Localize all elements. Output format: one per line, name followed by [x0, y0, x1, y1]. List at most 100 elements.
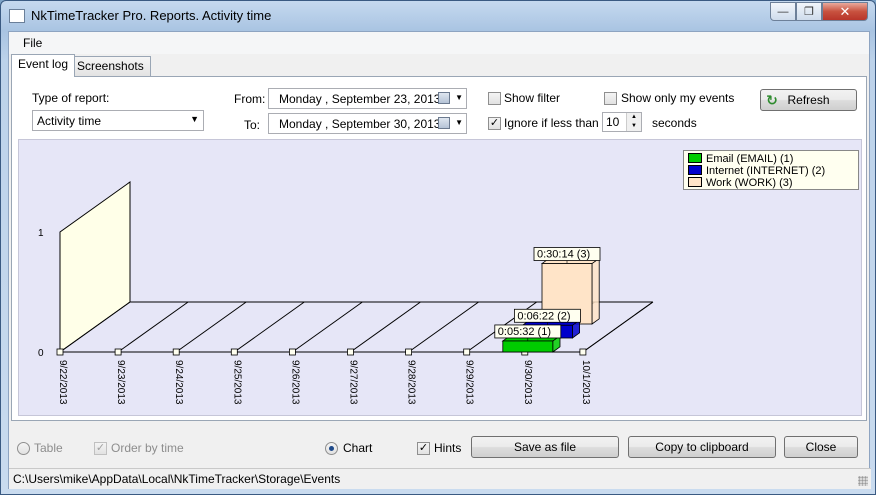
y-tick-label: 1 [38, 228, 44, 239]
x-tick-label: 9/23/2013 [115, 360, 126, 405]
from-label: From: [234, 92, 266, 106]
hints-label[interactable]: Hints [434, 441, 461, 455]
data-label: 0:05:32 (1) [498, 326, 551, 338]
to-weekday: Monday [279, 117, 322, 131]
bar [502, 340, 554, 353]
resize-grip-icon[interactable] [858, 476, 868, 486]
close-icon: ✕ [839, 3, 851, 19]
table-view-label[interactable]: Table [34, 441, 63, 455]
x-tick-marker [463, 348, 471, 356]
chart-gridline [234, 301, 305, 353]
menu-file[interactable]: File [23, 36, 42, 50]
chart-gridline [350, 301, 421, 353]
app-icon [9, 9, 25, 23]
chart-gridline [117, 301, 189, 353]
tab-event-log[interactable]: Event log [11, 54, 76, 77]
stepper-down-icon[interactable]: ▼ [626, 122, 641, 131]
hints-checkbox[interactable]: ✓ [417, 442, 430, 455]
x-tick-marker [56, 348, 64, 356]
x-tick-marker [288, 348, 296, 356]
chart-area: 0 1 9/22/2013 9/23/2013 9/24/2013 9/25/2013 9/… [18, 139, 862, 416]
legend-swatch [688, 177, 702, 187]
minimize-icon: — [777, 5, 789, 18]
data-label: 0:30:14 (3) [537, 249, 590, 261]
chart-legend: Email (EMAIL) (1) Internet (INTERNET) (2… [683, 150, 859, 190]
chart-view-label[interactable]: Chart [343, 441, 372, 455]
x-tick-label: 9/26/2013 [289, 360, 300, 405]
tab-screenshots[interactable]: Screenshots [70, 56, 151, 76]
menu-bar: File [9, 32, 869, 54]
x-tick-label: 9/24/2013 [173, 360, 184, 405]
x-tick-label: 9/22/2013 [57, 360, 68, 405]
chart-gridline [292, 301, 363, 353]
minimize-button[interactable]: — [770, 2, 796, 21]
report-type-value: Activity time [37, 114, 102, 128]
restore-icon: ❐ [804, 6, 814, 18]
x-tick-marker [347, 348, 354, 356]
ignore-seconds-stepper[interactable]: 10 ▲ ▼ [602, 112, 642, 132]
status-bar: C:\Users\mike\AppData\Local\NkTimeTracke… [9, 468, 871, 489]
close-button[interactable]: Close [784, 436, 858, 458]
refresh-label: Refresh [787, 93, 830, 107]
legend-label: Email (EMAIL) (1) [706, 153, 794, 165]
bar-side [591, 257, 600, 325]
from-date-picker[interactable]: Monday , September 23, 2013 ▼ [268, 88, 467, 109]
x-tick-marker [230, 348, 238, 356]
legend-item-email: Email (EMAIL) (1) [688, 153, 793, 165]
refresh-button[interactable]: ↻ Refresh [760, 89, 857, 111]
checkmark-icon: ✓ [418, 442, 429, 454]
to-label: To: [244, 118, 261, 132]
storage-path: C:\Users\mike\AppData\Local\NkTimeTracke… [13, 472, 341, 486]
seconds-label: seconds [652, 116, 697, 130]
order-by-time-checkbox[interactable]: ✓ [94, 442, 107, 455]
ignore-checkbox[interactable]: ✓ [488, 117, 501, 130]
window-title: NkTimeTracker Pro. Reports. Activity tim… [31, 8, 272, 23]
chevron-down-icon: ▼ [455, 93, 463, 102]
x-tick-label: 9/29/2013 [464, 360, 475, 405]
legend-label: Internet (INTERNET) (2) [706, 165, 826, 177]
table-view-radio[interactable] [17, 442, 30, 455]
x-tick-marker [405, 348, 413, 356]
report-type-select[interactable]: Activity time ▼ [32, 110, 204, 131]
x-tick-marker [172, 348, 180, 356]
x-tick-label: 9/28/2013 [406, 360, 417, 405]
checkmark-icon: ✓ [489, 117, 500, 129]
stepper-up-icon[interactable]: ▲ [626, 113, 641, 122]
legend-label: Work (WORK) (3) [706, 177, 793, 189]
calendar-icon [438, 92, 450, 104]
chart-view-radio[interactable] [325, 442, 338, 455]
legend-swatch [688, 153, 702, 163]
show-only-my-events-label[interactable]: Show only my events [621, 91, 734, 105]
x-tick-label: 9/25/2013 [231, 360, 242, 405]
from-date: , September 23, 2013 [325, 92, 441, 106]
close-window-button[interactable]: ✕ [822, 2, 868, 21]
data-label: 0:06:22 (2) [517, 310, 570, 322]
client-area: File Event log Screenshots Type of repor… [8, 31, 871, 489]
title-bar[interactable]: NkTimeTracker Pro. Reports. Activity tim… [1, 1, 875, 31]
copy-to-clipboard-button[interactable]: Copy to clipboard [628, 436, 776, 458]
y-tick-label: 0 [38, 348, 44, 359]
legend-swatch [688, 165, 702, 175]
legend-item-work: Work (WORK) (3) [688, 177, 793, 189]
to-date-picker[interactable]: Monday , September 30, 2013 ▼ [268, 113, 467, 134]
show-only-my-events-checkbox[interactable] [604, 92, 617, 105]
to-date: , September 30, 2013 [325, 117, 441, 131]
x-tick-marker [579, 348, 587, 356]
ignore-seconds-value: 10 [606, 115, 620, 129]
report-type-label: Type of report: [32, 91, 110, 105]
show-filter-label[interactable]: Show filter [504, 91, 560, 105]
maximize-button[interactable]: ❐ [796, 2, 822, 21]
app-window: NkTimeTracker Pro. Reports. Activity tim… [0, 0, 876, 495]
chevron-down-icon: ▼ [190, 114, 199, 124]
chart-gridline [408, 301, 479, 353]
chart-gridline [175, 301, 247, 353]
calendar-icon [438, 117, 450, 129]
show-filter-checkbox[interactable] [488, 92, 501, 105]
refresh-icon: ↻ [766, 92, 778, 108]
save-as-file-button[interactable]: Save as file [471, 436, 619, 458]
x-tick-label: 9/27/2013 [348, 360, 359, 405]
ignore-label[interactable]: Ignore if less than [504, 116, 599, 130]
event-log-page: Type of report: Activity time ▼ From: Mo… [11, 76, 867, 421]
order-by-time-label[interactable]: Order by time [111, 441, 184, 455]
x-tick-marker [114, 348, 122, 356]
